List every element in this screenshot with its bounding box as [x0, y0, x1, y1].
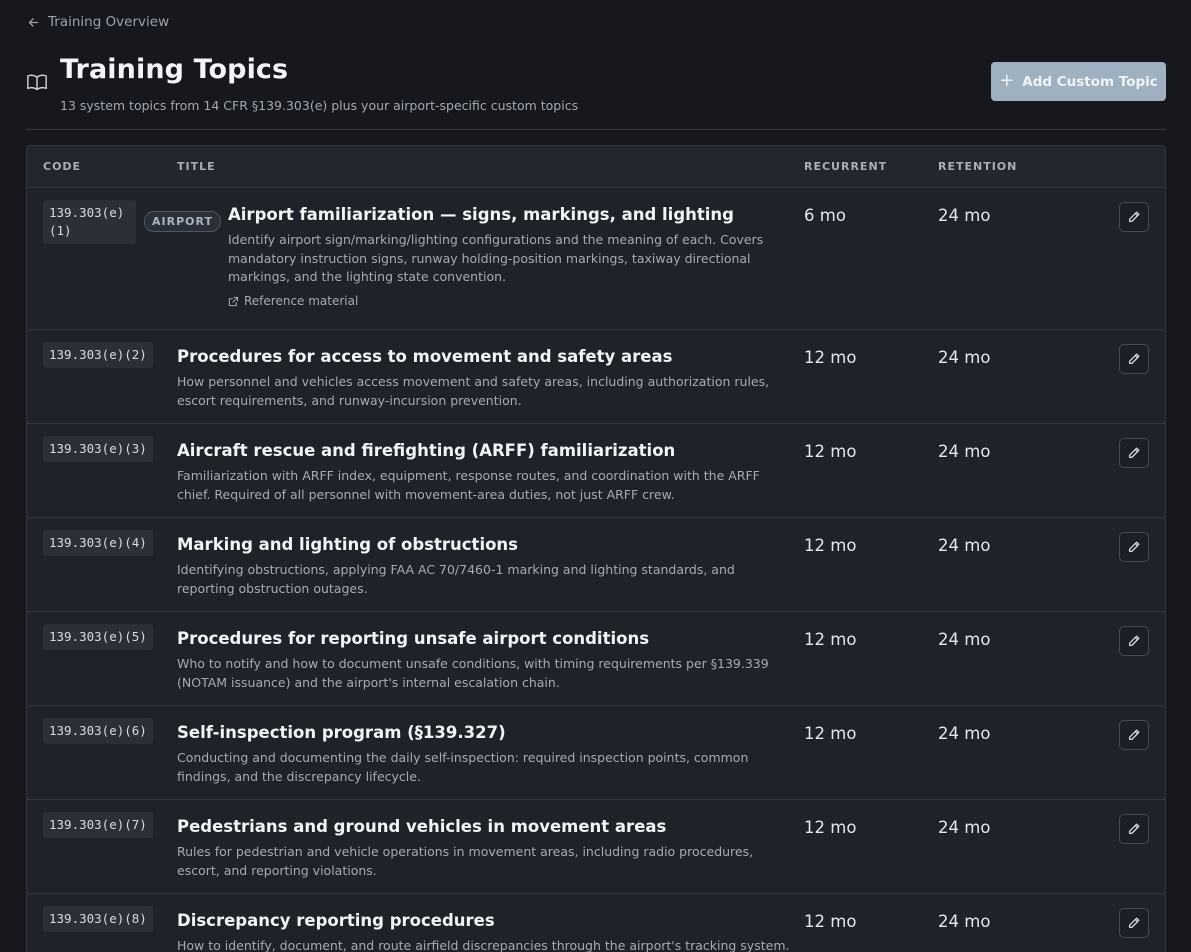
column-header-code: CODE — [43, 160, 82, 173]
pencil-icon — [1128, 353, 1140, 365]
page-header: Training Topics 13 system topics from 14… — [26, 54, 1166, 130]
pencil-icon — [1128, 447, 1140, 459]
topic-description: Conducting and documenting the daily sel… — [177, 750, 749, 784]
back-link[interactable]: Training Overview — [27, 14, 169, 30]
recurrent-value: 12 mo — [804, 912, 857, 931]
pencil-icon — [1128, 729, 1140, 741]
edit-button[interactable] — [1119, 908, 1149, 938]
plus-icon: + — [999, 70, 1015, 91]
table-row: 139.303(e)(8) Discrepancy reporting proc… — [27, 894, 1165, 952]
book-open-icon — [27, 74, 47, 91]
pencil-icon — [1128, 541, 1140, 553]
topic-code: 139.303(e) (1) — [43, 200, 136, 244]
edit-button[interactable] — [1119, 720, 1149, 750]
retention-value: 24 mo — [938, 630, 991, 649]
airport-tag: AIRPORT — [144, 211, 221, 232]
topic-description: Identify airport sign/marking/lighting c… — [228, 232, 764, 284]
edit-button[interactable] — [1119, 626, 1149, 656]
recurrent-value: 12 mo — [804, 630, 857, 649]
table-row: 139.303(e)(4) Marking and lighting of ob… — [27, 518, 1165, 612]
topic-title: Discrepancy reporting procedures — [177, 911, 495, 930]
table-row: 139.303(e)(7) Pedestrians and ground veh… — [27, 800, 1165, 894]
topic-description: Identifying obstructions, applying FAA A… — [177, 562, 735, 596]
topic-code: 139.303(e)(3) — [43, 436, 153, 462]
topic-title: Procedures for reporting unsafe airport … — [177, 629, 650, 648]
retention-value: 24 mo — [938, 442, 991, 461]
edit-button[interactable] — [1119, 438, 1149, 468]
column-header-retention: RETENTION — [938, 160, 1018, 173]
column-header-title: TITLE — [177, 160, 216, 173]
table-row: 139.303(e)(3) Aircraft rescue and firefi… — [27, 424, 1165, 518]
topic-code: 139.303(e)(2) — [43, 342, 153, 368]
topic-title: Airport familiarization — signs, marking… — [228, 205, 734, 224]
topic-title: Self-inspection program (§139.327) — [177, 723, 506, 742]
topics-table: CODE TITLE RECURRENT RETENTION 139.303(e… — [26, 145, 1166, 952]
retention-value: 24 mo — [938, 724, 991, 743]
pencil-icon — [1128, 635, 1140, 647]
topic-title: Pedestrians and ground vehicles in movem… — [177, 817, 667, 836]
retention-value: 24 mo — [938, 536, 991, 555]
back-link-label: Training Overview — [48, 14, 170, 30]
topic-title: Marking and lighting of obstructions — [177, 535, 518, 554]
topic-code: 139.303(e)(5) — [43, 624, 153, 650]
topic-code: 139.303(e)(7) — [43, 812, 153, 838]
recurrent-value: 6 mo — [804, 206, 846, 225]
topic-description: Who to notify and how to document unsafe… — [177, 656, 769, 690]
table-row: 139.303(e)(6) Self-inspection program (§… — [27, 706, 1165, 800]
reference-material-link[interactable]: Reference material — [228, 294, 358, 308]
topic-description: How to identify, document, and route air… — [177, 938, 790, 952]
retention-value: 24 mo — [938, 348, 991, 367]
recurrent-value: 12 mo — [804, 348, 857, 367]
arrow-left-icon — [28, 17, 39, 27]
retention-value: 24 mo — [938, 912, 991, 931]
recurrent-value: 12 mo — [804, 724, 857, 743]
add-custom-topic-label: Add Custom Topic — [1022, 73, 1158, 90]
page-title: Training Topics — [60, 54, 289, 85]
topic-description: How personnel and vehicles access moveme… — [177, 374, 770, 408]
retention-value: 24 mo — [938, 818, 991, 837]
column-header-recurrent: RECURRENT — [804, 160, 888, 173]
topic-title: Aircraft rescue and firefighting (ARFF) … — [177, 441, 676, 460]
table-row: 139.303(e)(5) Procedures for reporting u… — [27, 612, 1165, 706]
pencil-icon — [1128, 823, 1140, 835]
pencil-icon — [1128, 917, 1140, 929]
pencil-icon — [1128, 211, 1140, 223]
recurrent-value: 12 mo — [804, 818, 857, 837]
topic-description: Familiarization with ARFF index, equipme… — [177, 468, 760, 502]
topic-code: 139.303(e)(8) — [43, 906, 153, 932]
edit-button[interactable] — [1119, 532, 1149, 562]
topic-code: 139.303(e)(4) — [43, 530, 153, 556]
add-custom-topic-button[interactable]: + Add Custom Topic — [991, 62, 1166, 101]
table-row: 139.303(e)(2) Procedures for access to m… — [27, 330, 1165, 424]
edit-button[interactable] — [1119, 202, 1149, 232]
edit-button[interactable] — [1119, 814, 1149, 844]
recurrent-value: 12 mo — [804, 442, 857, 461]
topic-description: Rules for pedestrian and vehicle operati… — [177, 844, 754, 878]
retention-value: 24 mo — [938, 206, 991, 225]
topic-title: Procedures for access to movement and sa… — [177, 347, 673, 366]
table-header: CODE TITLE RECURRENT RETENTION — [27, 146, 1165, 188]
page-subtitle: 13 system topics from 14 CFR §139.303(e)… — [60, 98, 579, 113]
table-row: 139.303(e) (1) AIRPORT Airport familiari… — [27, 188, 1165, 330]
recurrent-value: 12 mo — [804, 536, 857, 555]
external-link-icon — [228, 296, 239, 306]
reference-material-label: Reference material — [244, 294, 359, 308]
edit-button[interactable] — [1119, 344, 1149, 374]
topic-code: 139.303(e)(6) — [43, 718, 153, 744]
